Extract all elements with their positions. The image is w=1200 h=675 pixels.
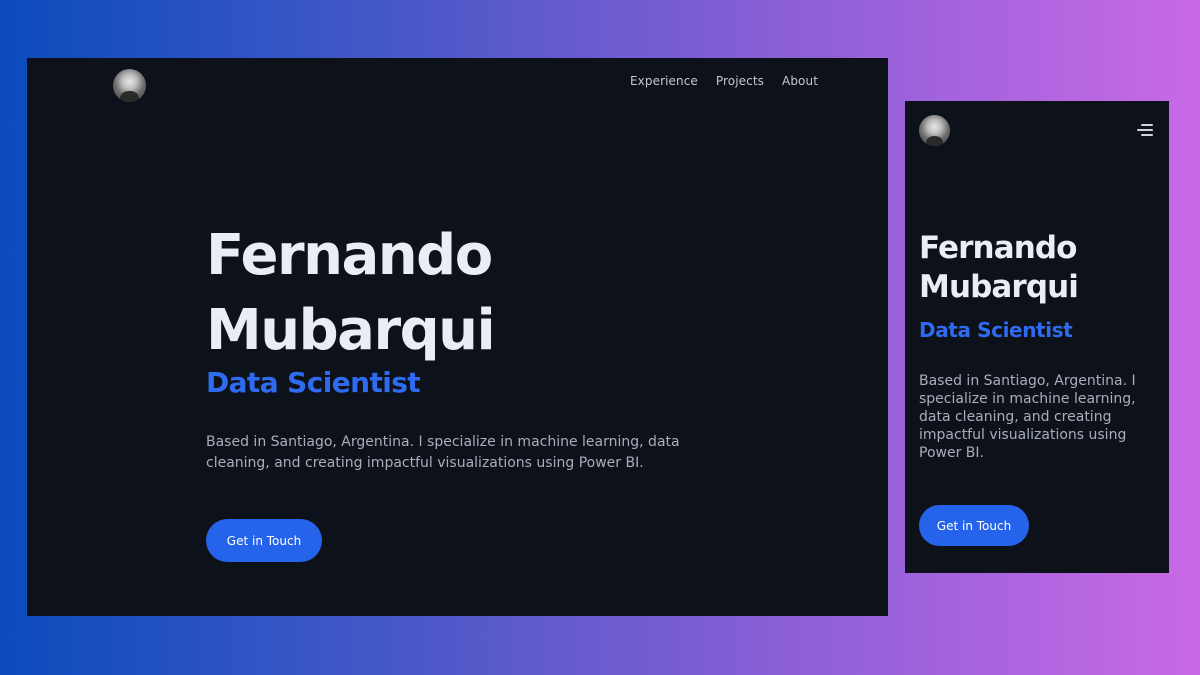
top-nav: Experience Projects About — [630, 74, 818, 88]
avatar[interactable] — [919, 115, 950, 146]
hero-role: Data Scientist — [206, 366, 421, 399]
get-in-touch-button[interactable]: Get in Touch — [919, 505, 1029, 546]
hero-name: Fernando Mubarqui — [919, 229, 1079, 307]
nav-experience[interactable]: Experience — [630, 74, 698, 88]
hero-bio: Based in Santiago, Argentina. I speciali… — [206, 434, 680, 471]
nav-about[interactable]: About — [782, 74, 818, 88]
hero-name-last: Mubarqui — [919, 269, 1079, 305]
hamburger-menu-icon[interactable] — [1137, 124, 1153, 136]
avatar[interactable] — [113, 69, 146, 102]
nav-projects[interactable]: Projects — [716, 74, 764, 88]
hero-name: Fernando Mubarqui — [206, 218, 496, 368]
hero-bio: Based in Santiago, Argentina. I speciali… — [919, 373, 1136, 461]
hero-name-first: Fernando — [206, 223, 493, 288]
hero-name-last: Mubarqui — [206, 298, 496, 363]
hero-role: Data Scientist — [919, 318, 1073, 342]
get-in-touch-button[interactable]: Get in Touch — [206, 519, 322, 562]
desktop-preview: Experience Projects About Fernando Mubar… — [27, 58, 888, 616]
hero-name-first: Fernando — [919, 230, 1077, 266]
mobile-preview: Fernando Mubarqui Data Scientist Based i… — [905, 101, 1169, 573]
